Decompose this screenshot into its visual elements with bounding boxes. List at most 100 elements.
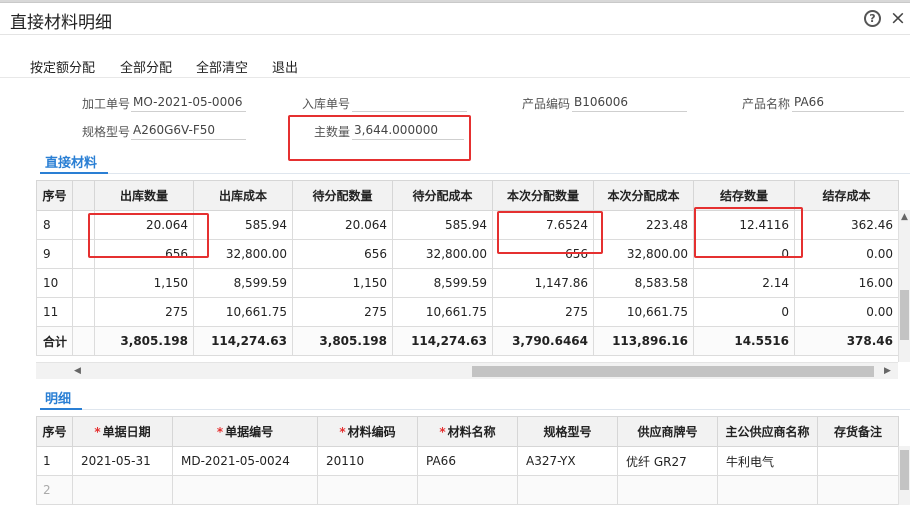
details-cell[interactable] [72, 475, 173, 505]
details-cell[interactable] [717, 475, 818, 505]
details-col-header[interactable]: * 单据日期 [72, 416, 173, 447]
details-col-header[interactable]: * 材料编码 [317, 416, 418, 447]
process-no-value-wrap[interactable]: MO-2021-05-0006 [131, 93, 246, 113]
materials-vertical-scroll-thumb[interactable] [900, 290, 909, 340]
materials-row[interactable]: 10 1,150 8,599.59 1,150 8,599.59 1,147.86 8,58… [36, 268, 899, 298]
materials-col-header[interactable]: 待分配成本 [392, 180, 493, 211]
materials-row[interactable]: 9 656 32,800.00 656 32,800.00 656 32,800.00 0 0.… [36, 239, 899, 269]
materials-cell[interactable]: 11 [36, 297, 73, 327]
materials-cell[interactable]: 32,800.00 [193, 239, 293, 269]
materials-col-header[interactable]: 序号 [36, 180, 73, 211]
materials-col-header[interactable]: 结存数量 [693, 180, 795, 211]
details-cell[interactable]: PA66 [417, 446, 518, 476]
details-tab[interactable]: 明细 [45, 388, 71, 407]
materials-cell[interactable] [72, 268, 95, 298]
details-cell[interactable] [172, 475, 318, 505]
scroll-right-icon[interactable]: ▶ [884, 366, 891, 376]
product-name-value-wrap[interactable]: PA66 [792, 93, 904, 113]
details-col-header[interactable]: 规格型号 [517, 416, 618, 447]
process-no-value[interactable]: MO-2021-05-0006 [131, 95, 246, 112]
details-cell[interactable] [417, 475, 518, 505]
direct-materials-tab[interactable]: 直接材料 [45, 152, 97, 171]
materials-col-header[interactable]: 本次分配成本 [593, 180, 694, 211]
materials-cell[interactable]: 1,147.86 [492, 268, 594, 298]
materials-cell[interactable]: 32,800.00 [593, 239, 694, 269]
details-cell[interactable] [817, 446, 899, 476]
materials-col-header[interactable] [72, 180, 95, 211]
spec-model-value-wrap[interactable]: A260G6V-F50 [131, 121, 246, 141]
materials-cell[interactable]: 1,150 [292, 268, 393, 298]
details-cell[interactable]: 优纤 GR27 [617, 446, 718, 476]
materials-cell[interactable]: 0.00 [794, 239, 899, 269]
details-vertical-scroll-thumb[interactable] [900, 450, 909, 490]
materials-row[interactable]: 11 275 10,661.75 275 10,661.75 275 10,661.75 0 0… [36, 297, 899, 327]
clear-all-button[interactable]: 全部清空 [196, 57, 248, 76]
materials-cell[interactable]: 8,599.59 [392, 268, 493, 298]
close-icon[interactable]: × [890, 7, 906, 29]
materials-horizontal-scrollbar[interactable]: ◀ ▶ [36, 362, 898, 379]
details-cell[interactable]: MD-2021-05-0024 [172, 446, 318, 476]
product-code-value[interactable]: B106006 [572, 95, 687, 112]
materials-cell[interactable]: 8,583.58 [593, 268, 694, 298]
materials-vertical-scrollbar[interactable]: ▲ [898, 210, 910, 362]
materials-cell[interactable] [72, 297, 95, 327]
materials-cell[interactable]: 585.94 [193, 210, 293, 240]
details-col-header[interactable]: 存货备注 [817, 416, 899, 447]
details-cell[interactable] [517, 475, 618, 505]
quota-allocate-button[interactable]: 按定额分配 [30, 57, 95, 76]
details-cell[interactable] [317, 475, 418, 505]
materials-cell[interactable] [72, 210, 95, 240]
materials-cell[interactable]: 20.064 [292, 210, 393, 240]
materials-col-header[interactable]: 出库成本 [193, 180, 293, 211]
materials-cell[interactable]: 2.14 [693, 268, 795, 298]
materials-cell[interactable]: 32,800.00 [392, 239, 493, 269]
materials-cell[interactable]: 656 [94, 239, 194, 269]
materials-cell[interactable]: 8 [36, 210, 73, 240]
materials-row[interactable]: 8 20.064 585.94 20.064 585.94 7.6524 223.48 12.… [36, 210, 899, 240]
details-row[interactable]: 2 [36, 475, 899, 505]
materials-cell[interactable]: 12.4116 [693, 210, 795, 240]
materials-cell[interactable]: 0 [693, 297, 795, 327]
details-cell[interactable]: 20110 [317, 446, 418, 476]
materials-horizontal-scroll-thumb[interactable] [472, 366, 874, 377]
details-cell[interactable] [817, 475, 899, 505]
materials-cell[interactable]: 1,150 [94, 268, 194, 298]
materials-cell[interactable]: 275 [492, 297, 594, 327]
materials-cell[interactable] [72, 239, 95, 269]
materials-cell[interactable]: 275 [292, 297, 393, 327]
details-vertical-scrollbar[interactable] [898, 446, 910, 505]
details-col-header[interactable]: 主公供应商名称 [717, 416, 818, 447]
scroll-up-icon[interactable]: ▲ [901, 212, 908, 222]
materials-cell[interactable]: 0.00 [794, 297, 899, 327]
help-icon[interactable]: ? [864, 10, 881, 27]
materials-cell[interactable]: 9 [36, 239, 73, 269]
materials-col-header[interactable]: 出库数量 [94, 180, 194, 211]
materials-cell[interactable]: 656 [492, 239, 594, 269]
details-col-header[interactable]: * 材料名称 [417, 416, 518, 447]
product-code-value-wrap[interactable]: B106006 [572, 93, 687, 113]
materials-cell[interactable]: 10 [36, 268, 73, 298]
details-cell[interactable]: 1 [36, 446, 73, 476]
product-name-value[interactable]: PA66 [792, 95, 904, 112]
allocate-all-button[interactable]: 全部分配 [120, 57, 172, 76]
details-cell[interactable]: 牛利电气 [717, 446, 818, 476]
materials-cell[interactable]: 223.48 [593, 210, 694, 240]
spec-model-value[interactable]: A260G6V-F50 [131, 123, 246, 140]
details-col-header[interactable]: * 单据编号 [172, 416, 318, 447]
details-cell[interactable]: A327-YX [517, 446, 618, 476]
materials-col-header[interactable]: 本次分配数量 [492, 180, 594, 211]
details-col-header[interactable]: 序号 [36, 416, 73, 447]
materials-cell[interactable]: 362.46 [794, 210, 899, 240]
details-cell[interactable]: 2021-05-31 [72, 446, 173, 476]
main-qty-value[interactable]: 3,644.000000 [352, 123, 464, 140]
materials-cell[interactable]: 10,661.75 [193, 297, 293, 327]
materials-cell[interactable]: 10,661.75 [593, 297, 694, 327]
materials-cell[interactable]: 7.6524 [492, 210, 594, 240]
details-cell[interactable] [617, 475, 718, 505]
details-cell[interactable]: 2 [36, 475, 73, 505]
inbound-no-value[interactable] [352, 95, 467, 112]
materials-cell[interactable]: 585.94 [392, 210, 493, 240]
main-qty-value-wrap[interactable]: 3,644.000000 [352, 121, 464, 141]
exit-button[interactable]: 退出 [272, 57, 298, 76]
details-row[interactable]: 1 2021-05-31 MD-2021-05-0024 20110 PA66 A327-… [36, 446, 899, 476]
